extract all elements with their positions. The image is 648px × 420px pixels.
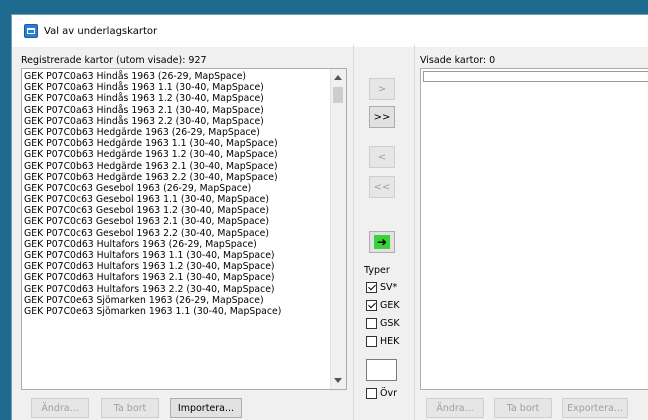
type-checkbox-sv[interactable]: SV* (366, 282, 397, 293)
type-checkbox-hek[interactable]: HEK (366, 336, 399, 347)
checkbox-label: HEK (380, 336, 400, 347)
shown-maps-focus-row (423, 71, 648, 82)
list-item[interactable]: GEK P07C0d63 Hultafors 1963 (26-29, MapS… (22, 239, 331, 250)
list-item[interactable]: GEK P07C0c63 Gesebol 1963 2.2 (30-40, Ma… (22, 228, 331, 239)
scroll-thumb[interactable] (333, 87, 343, 103)
change-button-right[interactable]: Ändra... (426, 398, 484, 418)
move-all-right-button[interactable]: >> (369, 106, 395, 128)
shown-maps-list[interactable] (420, 68, 648, 390)
list-item[interactable]: GEK P07C0d63 Hultafors 1963 1.1 (30-40, … (22, 250, 331, 261)
list-item[interactable]: GEK P07C0b63 Hedgärde 1963 1.1 (30-40, M… (22, 138, 331, 149)
list-item[interactable]: GEK P07C0e63 Sjömarken 1963 1.1 (30-40, … (22, 306, 331, 317)
list-item[interactable]: GEK P07C0a63 Hindås 1963 1.1 (30-40, Map… (22, 82, 331, 93)
divider-left (353, 45, 354, 420)
move-left-button[interactable]: < (369, 146, 395, 168)
arrow-right-icon: ➜ (374, 235, 390, 249)
list-item[interactable]: GEK P07C0e63 Sjömarken 1963 (26-29, MapS… (22, 295, 331, 306)
divider-right (414, 45, 415, 420)
scroll-up-icon[interactable] (334, 75, 342, 80)
checkbox-label: GEK (380, 300, 400, 311)
type-checkbox-gek[interactable]: GEK (366, 300, 400, 311)
apply-button[interactable]: ➜ (369, 231, 395, 253)
export-button[interactable]: Exportera... (562, 398, 628, 418)
checkbox-box[interactable] (366, 300, 377, 311)
types-label: Typer (364, 265, 390, 276)
remove-button-left[interactable]: Ta bort (101, 398, 159, 418)
other-checkbox-label: Övr (380, 388, 398, 399)
type-filter-input[interactable] (366, 359, 397, 381)
map-selection-dialog: Val av underlagskartor Registrerade kart… (11, 14, 648, 420)
list-item[interactable]: GEK P07C0b63 Hedgärde 1963 1.2 (30-40, M… (22, 149, 331, 160)
list-item[interactable]: GEK P07C0b63 Hedgärde 1963 2.2 (30-40, M… (22, 172, 331, 183)
app-icon (24, 24, 38, 38)
checkbox-box[interactable] (366, 318, 377, 329)
other-checkbox-box[interactable] (366, 388, 377, 399)
list-item[interactable]: GEK P07C0b63 Hedgärde 1963 (26-29, MapSp… (22, 127, 331, 138)
checkbox-label: SV* (380, 282, 398, 293)
list-item[interactable]: GEK P07C0c63 Gesebol 1963 1.2 (30-40, Ma… (22, 205, 331, 216)
list-item[interactable]: GEK P07C0c63 Gesebol 1963 (26-29, MapSpa… (22, 183, 331, 194)
remove-button-right[interactable]: Ta bort (494, 398, 552, 418)
registered-maps-list[interactable]: GEK P07C0a63 Hindås 1963 (26-29, MapSpac… (21, 68, 347, 390)
checkbox-label: GSK (380, 318, 400, 329)
list-item[interactable]: GEK P07C0a63 Hindås 1963 1.2 (30-40, Map… (22, 93, 331, 104)
registered-maps-scrollbar[interactable] (330, 69, 346, 389)
type-checkbox-gsk[interactable]: GSK (366, 318, 400, 329)
registered-maps-items: GEK P07C0a63 Hindås 1963 (26-29, MapSpac… (22, 71, 331, 317)
title-bar: Val av underlagskartor (12, 15, 648, 47)
list-item[interactable]: GEK P07C0a63 Hindås 1963 2.1 (30-40, Map… (22, 105, 331, 116)
checkbox-box[interactable] (366, 336, 377, 347)
shown-maps-label: Visade kartor: 0 (420, 55, 496, 66)
list-item[interactable]: GEK P07C0c63 Gesebol 1963 2.1 (30-40, Ma… (22, 216, 331, 227)
import-button[interactable]: Importera... (170, 398, 242, 418)
scroll-down-icon[interactable] (334, 378, 342, 383)
move-all-left-button[interactable]: << (369, 176, 395, 198)
list-item[interactable]: GEK P07C0a63 Hindås 1963 2.2 (30-40, Map… (22, 116, 331, 127)
list-item[interactable]: GEK P07C0a63 Hindås 1963 (26-29, MapSpac… (22, 71, 331, 82)
change-button-left[interactable]: Ändra... (31, 398, 89, 418)
move-right-button[interactable]: > (369, 78, 395, 100)
list-item[interactable]: GEK P07C0d63 Hultafors 1963 2.1 (30-40, … (22, 272, 331, 283)
window-title: Val av underlagskartor (44, 25, 158, 37)
list-item[interactable]: GEK P07C0d63 Hultafors 1963 1.2 (30-40, … (22, 261, 331, 272)
other-checkbox[interactable]: Övr (366, 388, 397, 399)
list-item[interactable]: GEK P07C0b63 Hedgärde 1963 2.1 (30-40, M… (22, 161, 331, 172)
registered-maps-label: Registrerade kartor (utom visade): 927 (21, 55, 207, 66)
list-item[interactable]: GEK P07C0c63 Gesebol 1963 1.1 (30-40, Ma… (22, 194, 331, 205)
list-item[interactable]: GEK P07C0d63 Hultafors 1963 2.2 (30-40, … (22, 284, 331, 295)
checkbox-box[interactable] (366, 282, 377, 293)
